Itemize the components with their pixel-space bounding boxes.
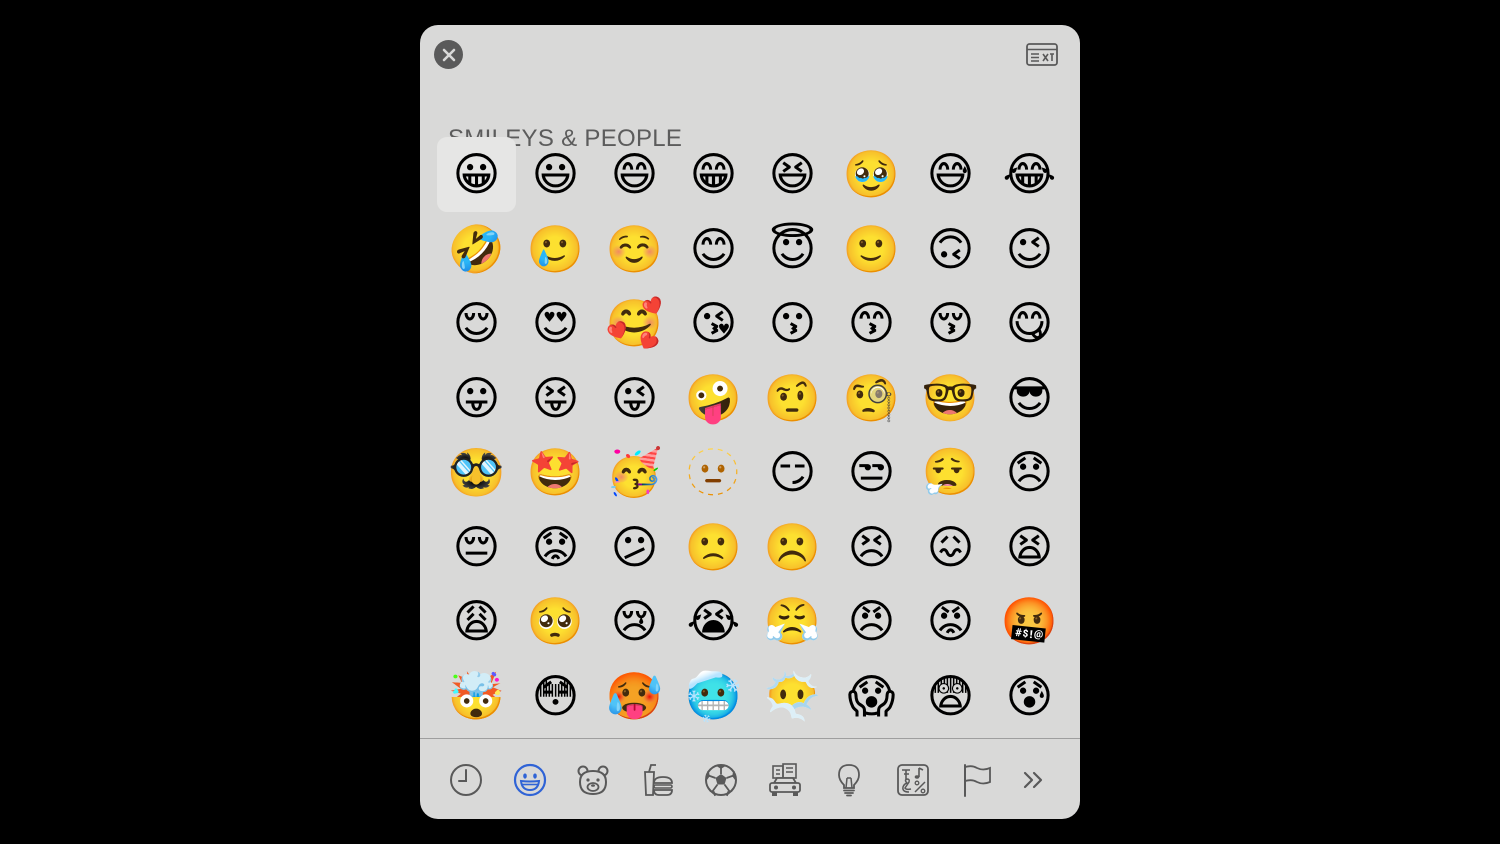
emoji-cell[interactable]: 😏 xyxy=(753,435,832,510)
emoji-cell[interactable]: 🙁 xyxy=(674,510,753,585)
emoji-cell[interactable]: 🤯 xyxy=(437,659,516,734)
emoji-cell[interactable]: 😂 xyxy=(990,137,1069,212)
emoji-cell[interactable]: 🥵 xyxy=(595,659,674,734)
emoji-cell[interactable]: 😎 xyxy=(990,361,1069,436)
emoji-cell[interactable]: 😜 xyxy=(595,361,674,436)
emoji-cell[interactable]: 😇 xyxy=(753,212,832,287)
emoji-cell[interactable]: 😶‍🌫️ xyxy=(753,659,832,734)
emoji-cell[interactable]: 🤓 xyxy=(911,361,990,436)
emoji-cell[interactable]: ☹️ xyxy=(753,510,832,585)
lightbulb-icon xyxy=(838,764,860,797)
emoji-cell[interactable]: 😡 xyxy=(911,584,990,659)
close-icon xyxy=(442,48,455,61)
emoji-cell[interactable]: 😁 xyxy=(674,137,753,212)
emoji-cell[interactable]: 😍 xyxy=(516,286,595,361)
emoji-cell[interactable]: 😢 xyxy=(595,584,674,659)
emoji-cell[interactable]: 😒 xyxy=(832,435,911,510)
emoji-cell[interactable]: 😰 xyxy=(990,659,1069,734)
emoji-cell[interactable]: 😱 xyxy=(832,659,911,734)
emoji-grid: 😀 😃 😄 😁 😆 🥹 😅 😂 🤣 🥲 ☺️ 😊 😇 🙂 🙃 😉 😌 😍 🥰 😘 😗 😙 😚 😋 😛 😝 😜 🤪 🤨 🧐 🤓 😎 🥸 🤩 🥳 🫥 😏 😒 😮… xyxy=(437,137,1069,737)
emoji-cell[interactable]: 😟 xyxy=(516,510,595,585)
emoji-cell[interactable]: 🤪 xyxy=(674,361,753,436)
tab-activity[interactable] xyxy=(701,760,741,800)
symbols-icon xyxy=(897,764,929,796)
emoji-cell[interactable]: 🥺 xyxy=(516,584,595,659)
emoji-cell[interactable]: 🥸 xyxy=(437,435,516,510)
emoji-cell[interactable]: 😌 xyxy=(437,286,516,361)
character-viewer-button[interactable] xyxy=(1026,42,1058,68)
category-tab-bar xyxy=(444,760,1064,800)
emoji-cell[interactable]: 🥰 xyxy=(595,286,674,361)
emoji-cell[interactable]: 🤬 xyxy=(990,584,1069,659)
bear-icon xyxy=(577,765,609,796)
emoji-cell[interactable]: 😊 xyxy=(674,212,753,287)
emoji-cell[interactable]: 😠 xyxy=(832,584,911,659)
emoji-cell[interactable]: 🥲 xyxy=(516,212,595,287)
more-chevron-icon xyxy=(1023,771,1043,789)
emoji-cell[interactable]: 😉 xyxy=(990,212,1069,287)
travel-car-icon xyxy=(769,763,801,796)
emoji-cell[interactable]: 😕 xyxy=(595,510,674,585)
close-button[interactable] xyxy=(434,40,463,69)
emoji-cell[interactable]: 😛 xyxy=(437,361,516,436)
emoji-picker-panel: SMILEYS & PEOPLE 😀 😃 😄 😁 😆 🥹 😅 😂 🤣 🥲 ☺️ 😊 😇 🙂 🙃 😉 😌 😍 🥰 😘 😗 😙… xyxy=(420,25,1080,819)
emoji-cell[interactable]: 😨 xyxy=(911,659,990,734)
emoji-cell[interactable]: 😳 xyxy=(516,659,595,734)
emoji-cell[interactable]: 😝 xyxy=(516,361,595,436)
tab-flags[interactable] xyxy=(957,760,997,800)
category-bar-divider xyxy=(420,738,1080,739)
emoji-cell[interactable]: 😋 xyxy=(990,286,1069,361)
emoji-cell[interactable]: 🥳 xyxy=(595,435,674,510)
emoji-cell[interactable]: 😣 xyxy=(832,510,911,585)
tab-smileys-people[interactable] xyxy=(510,760,550,800)
emoji-cell[interactable]: 🙂 xyxy=(832,212,911,287)
emoji-cell[interactable]: 🧐 xyxy=(832,361,911,436)
flag-icon xyxy=(964,764,991,797)
more-categories-button[interactable] xyxy=(1013,760,1053,800)
emoji-cell[interactable]: 😅 xyxy=(911,137,990,212)
emoji-cell[interactable]: 😞 xyxy=(990,435,1069,510)
emoji-cell[interactable]: 😘 xyxy=(674,286,753,361)
tab-objects[interactable] xyxy=(829,760,869,800)
emoji-cell[interactable]: 😃 xyxy=(516,137,595,212)
emoji-cell[interactable]: 🥶 xyxy=(674,659,753,734)
emoji-cell[interactable]: 😙 xyxy=(832,286,911,361)
emoji-cell[interactable]: 😗 xyxy=(753,286,832,361)
emoji-cell[interactable]: 🫥 xyxy=(674,435,753,510)
emoji-cell[interactable]: ☺️ xyxy=(595,212,674,287)
tab-food-drink[interactable] xyxy=(637,760,677,800)
emoji-cell[interactable]: 🥹 xyxy=(832,137,911,212)
emoji-cell[interactable]: 🤣 xyxy=(437,212,516,287)
tab-animals-nature[interactable] xyxy=(573,760,613,800)
tab-travel-places[interactable] xyxy=(765,760,805,800)
emoji-cell[interactable]: 😔 xyxy=(437,510,516,585)
emoji-cell[interactable]: 😤 xyxy=(753,584,832,659)
emoji-cell[interactable]: 🤨 xyxy=(753,361,832,436)
emoji-cell[interactable]: 😆 xyxy=(753,137,832,212)
smiley-icon xyxy=(513,763,547,797)
tab-frequently-used[interactable] xyxy=(446,760,486,800)
emoji-cell[interactable]: 🤩 xyxy=(516,435,595,510)
clock-icon xyxy=(450,764,482,796)
emoji-cell[interactable]: 😀 xyxy=(437,137,516,212)
soccer-ball-icon xyxy=(705,764,737,797)
emoji-cell[interactable]: 😩 xyxy=(437,584,516,659)
emoji-cell[interactable]: 🙃 xyxy=(911,212,990,287)
emoji-cell[interactable]: 😖 xyxy=(911,510,990,585)
emoji-cell[interactable]: 😮‍💨 xyxy=(911,435,990,510)
food-icon xyxy=(644,764,673,796)
emoji-cell[interactable]: 😄 xyxy=(595,137,674,212)
tab-symbols[interactable] xyxy=(893,760,933,800)
emoji-cell[interactable]: 😭 xyxy=(674,584,753,659)
character-viewer-icon xyxy=(1026,43,1058,66)
emoji-cell[interactable]: 😚 xyxy=(911,286,990,361)
emoji-cell[interactable]: 😫 xyxy=(990,510,1069,585)
